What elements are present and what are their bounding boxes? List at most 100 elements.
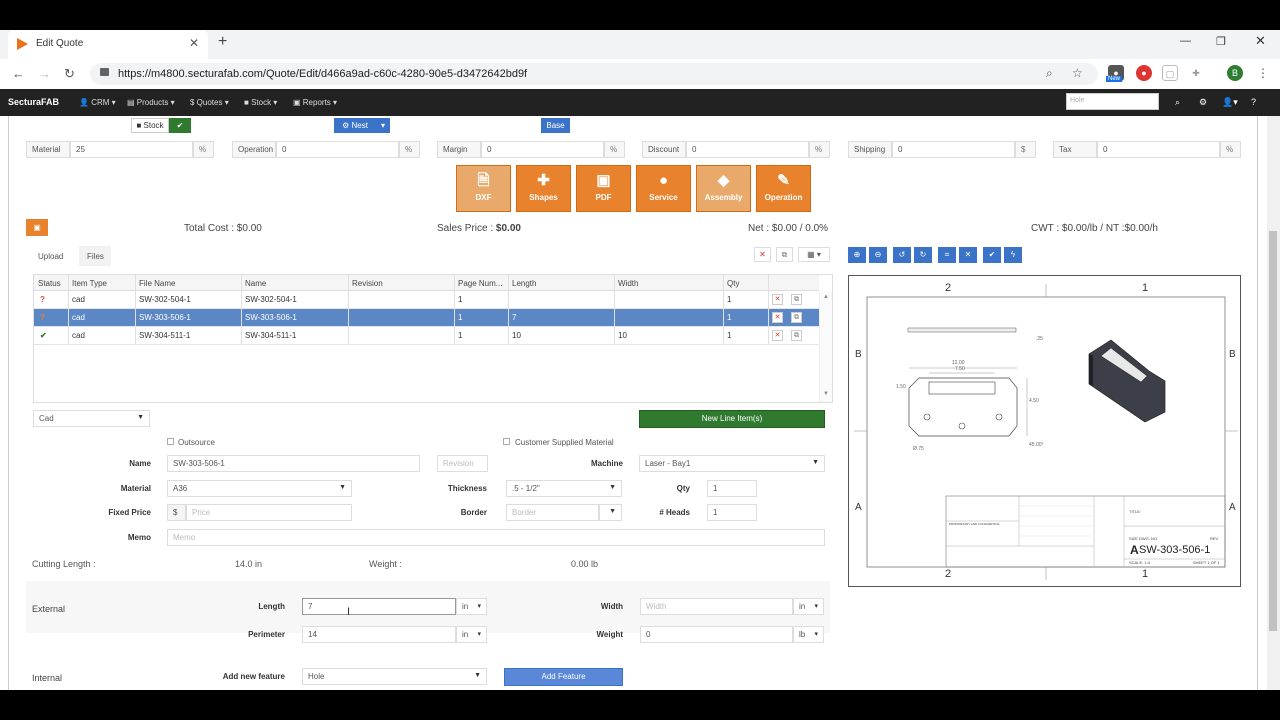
thickness-select[interactable]: .5 - 1/2" ▼ — [506, 480, 622, 497]
row-copy-icon[interactable]: ⧉ — [791, 294, 802, 305]
table-row[interactable]: ? cad SW-302-504-1 SW-302-504-1 1 1 ✕ ⧉ — [34, 291, 819, 309]
memo-input[interactable]: Memo — [167, 529, 825, 546]
zoom-out-button[interactable]: ⊖ — [869, 247, 887, 263]
chrome-menu-icon[interactable]: ⋮ — [1255, 65, 1271, 81]
profile-avatar[interactable]: B — [1227, 65, 1243, 81]
weight-unit-select[interactable]: lb ▾ — [793, 626, 824, 643]
heads-input[interactable]: 1 — [707, 504, 757, 521]
feature-select[interactable]: Hole ▼ — [302, 668, 487, 685]
name-input[interactable]: SW-303-506-1 — [167, 455, 420, 472]
clear-button[interactable]: ✕ — [959, 247, 977, 263]
width-unit-select[interactable]: in ▾ — [793, 598, 824, 615]
outsource-checkbox[interactable] — [167, 438, 174, 445]
column-header[interactable]: Item Type — [72, 279, 107, 288]
price-input[interactable]: Price — [186, 504, 352, 521]
material-select[interactable]: A36 ▼ — [167, 480, 352, 497]
nest-dropdown-button[interactable]: ▾ — [376, 118, 390, 133]
nest-button[interactable]: ⚙ Nest — [334, 118, 376, 133]
table-row[interactable]: ✔ cad SW-304-511-1 SW-304-511-1 1 10 10 1 ✕ ⧉ — [34, 327, 819, 345]
column-header[interactable]: Length — [512, 279, 536, 288]
nav-search-input[interactable]: Hole — [1066, 93, 1159, 110]
border-input[interactable]: Border — [506, 504, 599, 521]
tile-shapes-button[interactable]: ✚ Shapes — [516, 165, 571, 212]
search-icon[interactable]: ⌕ — [1175, 97, 1180, 108]
perimeter-input[interactable]: 14 — [302, 626, 456, 643]
page-scrollbar[interactable] — [1267, 116, 1280, 690]
rate-input-3[interactable]: 0 — [686, 141, 809, 158]
copy-files-button[interactable]: ⧉ — [776, 247, 793, 262]
bookmark-star-icon[interactable]: ☆ — [1072, 66, 1083, 80]
rotate-left-button[interactable]: ↺ — [893, 247, 911, 263]
column-header[interactable]: Qty — [727, 279, 739, 288]
restore-icon[interactable]: ❐ — [1216, 35, 1226, 48]
row-delete-icon[interactable]: ✕ — [772, 312, 783, 323]
tile-dxf-button[interactable]: 🗎 DXF — [456, 165, 511, 212]
record-extension-icon[interactable]: ● — [1136, 65, 1152, 81]
crop-button[interactable]: ⌗ — [938, 247, 956, 263]
tile-assembly-button[interactable]: ◆ Assembly — [696, 165, 751, 212]
url-bar[interactable]: https://m4800.secturafab.com/Quote/Edit/… — [90, 63, 1098, 85]
menu-reports[interactable]: ▣ Reports ▾ — [293, 98, 337, 107]
drawing-preview[interactable]: 2 1 2 1 B B A A 12.00 7.50 1.50 4.50 Ø.7… — [848, 275, 1241, 587]
user-menu-icon[interactable]: 👤▾ — [1222, 97, 1238, 108]
accept-button[interactable]: ✔ — [983, 247, 1001, 263]
window-close-icon[interactable]: ✕ — [1255, 33, 1266, 49]
column-header[interactable]: Width — [618, 279, 638, 288]
row-delete-icon[interactable]: ✕ — [772, 330, 783, 341]
column-header[interactable]: Page Num... — [458, 279, 502, 288]
help-icon[interactable]: ? — [1251, 97, 1256, 107]
menu-products[interactable]: ▤ Products ▾ — [127, 98, 175, 107]
customer-material-checkbox[interactable] — [503, 438, 510, 445]
base-button[interactable]: Base — [541, 118, 570, 133]
puzzle-extension-icon[interactable]: ✚ — [1188, 65, 1204, 81]
tab-files[interactable]: Files — [79, 246, 111, 266]
stock-confirm-button[interactable]: ✔ — [169, 118, 191, 133]
rate-input-5[interactable]: 0 — [1097, 141, 1220, 158]
rate-input-2[interactable]: 0 — [481, 141, 604, 158]
qty-input[interactable]: 1 — [707, 480, 757, 497]
tile-operation-button[interactable]: ✎ Operation — [756, 165, 811, 212]
brand-logo[interactable]: SecturaFAB — [8, 97, 59, 107]
row-copy-icon[interactable]: ⧉ — [791, 312, 802, 323]
gear-icon[interactable]: ⚙ — [1199, 97, 1207, 108]
column-header[interactable]: Name — [245, 279, 266, 288]
page-scrollbar-thumb[interactable] — [1269, 231, 1277, 631]
rotate-right-button[interactable]: ↻ — [914, 247, 932, 263]
table-scrollbar[interactable]: ▲ ▼ — [819, 291, 832, 402]
minimize-icon[interactable]: — — [1180, 35, 1191, 47]
menu-quotes[interactable]: $ Quotes ▾ — [190, 98, 229, 107]
rate-input-4[interactable]: 0 — [892, 141, 1015, 158]
zoom-in-button[interactable]: ⊕ — [848, 247, 866, 263]
table-row[interactable]: ? cad SW-303-506-1 SW-303-506-1 1 7 1 ✕ ⧉ — [34, 309, 819, 327]
forward-icon[interactable]: → — [38, 66, 51, 81]
zoom-icon[interactable]: ⌕ — [1046, 66, 1053, 81]
rate-input-1[interactable]: 0 — [276, 141, 399, 158]
delete-files-button[interactable]: ✕ — [754, 247, 771, 262]
tile-pdf-button[interactable]: ▣ PDF — [576, 165, 631, 212]
perimeter-unit-select[interactable]: in ▾ — [456, 626, 487, 643]
rate-input-0[interactable]: 25 — [70, 141, 193, 158]
column-header[interactable]: File Name — [139, 279, 175, 288]
image-toggle-button[interactable]: ▣ — [26, 219, 48, 236]
machine-select[interactable]: Laser - Bay1 ▼ — [639, 455, 825, 472]
row-delete-icon[interactable]: ✕ — [772, 294, 783, 305]
menu-crm[interactable]: 👤 CRM ▾ — [79, 98, 116, 107]
width-input[interactable]: Width — [640, 598, 793, 615]
border-dropdown[interactable]: ▼ — [599, 504, 622, 521]
browser-tab[interactable]: Edit Quote ✕ — [8, 30, 208, 59]
length-unit-select[interactable]: in ▾ — [456, 598, 487, 615]
reload-icon[interactable]: ↻ — [64, 66, 75, 82]
columns-button[interactable]: ▦ ▾ — [798, 247, 830, 262]
menu-stock[interactable]: ■ Stock ▾ — [244, 98, 277, 107]
weight2-input[interactable]: 0 — [640, 626, 793, 643]
column-header[interactable]: Status — [38, 279, 61, 288]
tile-service-button[interactable]: ● Service — [636, 165, 691, 212]
row-copy-icon[interactable]: ⧉ — [791, 330, 802, 341]
tab-upload[interactable]: Upload — [38, 252, 63, 261]
new-tab-icon[interactable]: + — [218, 33, 227, 51]
doc-extension-icon[interactable]: ▢ — [1162, 65, 1178, 81]
stock-button[interactable]: ■ Stock — [131, 118, 169, 133]
back-icon[interactable]: ← — [12, 66, 25, 81]
column-header[interactable]: Revision — [352, 279, 383, 288]
item-type-select[interactable]: Cad ▼ — [33, 410, 150, 427]
